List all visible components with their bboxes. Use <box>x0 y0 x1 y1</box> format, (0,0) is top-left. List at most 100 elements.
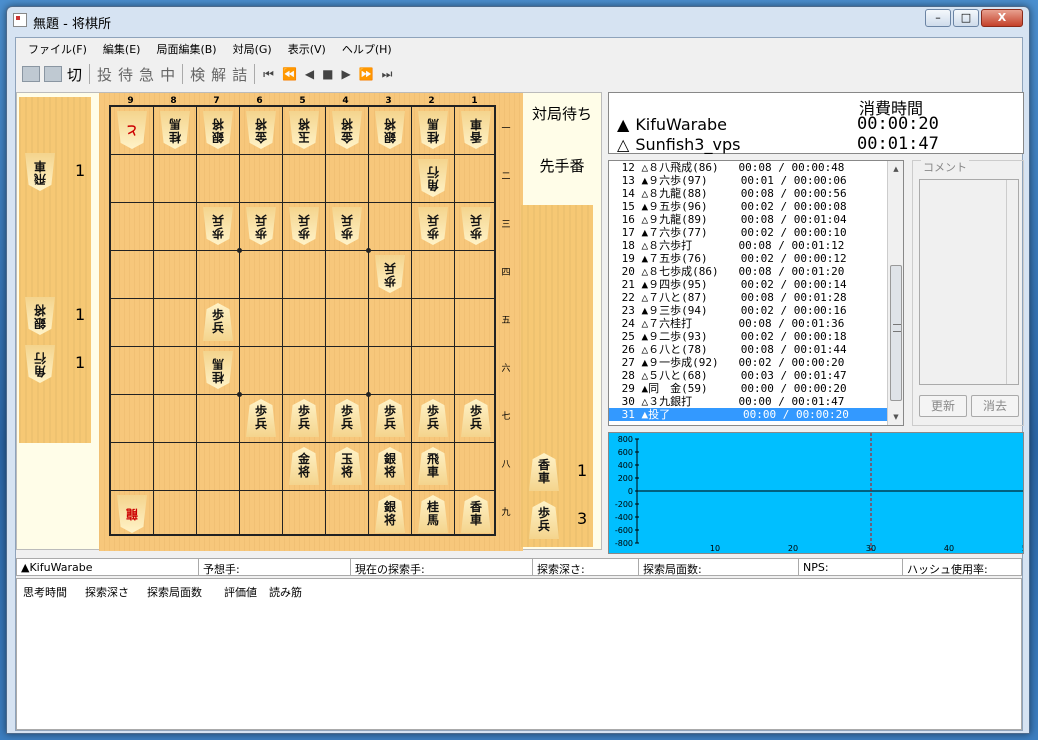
comment-clear-button[interactable]: 消去 <box>971 395 1019 417</box>
move-row[interactable]: 14 △８九龍(88) 00:08 / 00:00:56 <box>609 187 903 200</box>
move-row[interactable]: 31 ▲投了 00:00 / 00:00:20 <box>609 408 903 421</box>
move-row[interactable]: 19 ▲７五歩(76) 00:02 / 00:00:12 <box>609 252 903 265</box>
log-col-time[interactable]: 思考時間 <box>17 579 73 601</box>
save-icon[interactable] <box>44 66 62 82</box>
forward-icon[interactable]: ▶ <box>337 67 354 81</box>
open-icon[interactable] <box>22 66 40 82</box>
sente-piece[interactable]: 歩兵 <box>203 303 233 341</box>
engine-log[interactable]: 思考時間 探索深さ 探索局面数 評価値 読み筋 <box>16 578 1022 730</box>
toolbar-disconnect-button[interactable]: 切 <box>64 64 85 85</box>
log-col-eval[interactable]: 評価値 <box>218 579 263 601</box>
toolbar-mate-button[interactable]: 詰 <box>229 64 250 85</box>
sente-piece[interactable]: 歩兵 <box>461 399 491 437</box>
sente-piece[interactable]: 歩兵 <box>529 501 559 539</box>
gote-piece[interactable]: 金将 <box>332 111 362 149</box>
menu-edit[interactable]: 編集(E) <box>95 38 149 58</box>
menu-position-edit[interactable]: 局面編集(B) <box>148 38 224 58</box>
forward-ten-icon[interactable]: ⏩ <box>355 67 378 81</box>
back-ten-icon[interactable]: ⏪ <box>278 67 301 81</box>
log-col-pv[interactable]: 読み筋 <box>263 579 308 601</box>
title-bar[interactable]: 無題 - 将棋所 – □ X <box>7 7 1029 35</box>
gote-piece-stand[interactable]: 飛車 1 銀将 1 角行 1 <box>19 97 91 443</box>
menu-game[interactable]: 対局(G) <box>225 38 280 58</box>
sente-piece[interactable]: 銀将 <box>375 447 405 485</box>
move-row[interactable]: 20 △８七歩成(86) 00:08 / 00:01:20 <box>609 265 903 278</box>
board-grid[interactable]: と桂馬銀将金将玉将金将銀将桂馬香車角行歩兵歩兵歩兵歩兵歩兵歩兵歩兵歩兵桂馬歩兵歩… <box>109 105 496 536</box>
menu-view[interactable]: 表示(V) <box>280 38 334 58</box>
evaluation-graph[interactable]: 8006004002000-200-400-600-8001020304050 <box>608 432 1024 554</box>
scroll-down-icon[interactable]: ▼ <box>888 409 903 425</box>
gote-piece[interactable]: 角行 <box>418 159 448 197</box>
gote-piece[interactable]: 歩兵 <box>375 255 405 293</box>
toolbar-solve-button[interactable]: 解 <box>208 64 229 85</box>
gote-piece[interactable]: 歩兵 <box>203 207 233 245</box>
gote-piece[interactable]: 歩兵 <box>332 207 362 245</box>
move-row[interactable]: 15 ▲９五歩(96) 00:02 / 00:00:08 <box>609 200 903 213</box>
comment-update-button[interactable]: 更新 <box>919 395 967 417</box>
move-row[interactable]: 23 ▲９三歩(94) 00:02 / 00:00:16 <box>609 304 903 317</box>
first-move-icon[interactable]: ⏮ <box>259 67 278 82</box>
move-row[interactable]: 21 ▲９四歩(95) 00:02 / 00:00:14 <box>609 278 903 291</box>
move-row[interactable]: 22 △７八と(87) 00:08 / 00:01:28 <box>609 291 903 304</box>
gote-piece[interactable]: 銀将 <box>375 111 405 149</box>
log-col-depth[interactable]: 探索深さ <box>79 579 135 601</box>
gote-piece[interactable]: 歩兵 <box>289 207 319 245</box>
gote-piece[interactable]: 角行 <box>25 345 55 383</box>
sente-piece-stand[interactable]: 香車 1 歩兵 3 <box>521 205 593 547</box>
move-row[interactable]: 29 ▲同 金(59) 00:00 / 00:00:20 <box>609 382 903 395</box>
menu-help[interactable]: ヘルプ(H) <box>334 38 400 58</box>
gote-piece[interactable]: 龍 <box>117 495 147 533</box>
gote-piece[interactable]: 桂馬 <box>418 111 448 149</box>
gote-piece[interactable]: 歩兵 <box>418 207 448 245</box>
sente-piece[interactable]: 飛車 <box>418 447 448 485</box>
sente-piece[interactable]: 金将 <box>289 447 319 485</box>
comment-textbox[interactable] <box>919 179 1019 385</box>
sente-piece[interactable]: 桂馬 <box>418 495 448 533</box>
move-row[interactable]: 13 ▲９六歩(97) 00:01 / 00:00:06 <box>609 174 903 187</box>
gote-piece[interactable]: 香車 <box>461 111 491 149</box>
gote-piece[interactable]: 玉将 <box>289 111 319 149</box>
menu-file[interactable]: ファイル(F) <box>20 38 95 58</box>
app-icon[interactable] <box>13 13 27 27</box>
sente-piece[interactable]: 銀将 <box>375 495 405 533</box>
sente-piece[interactable]: 歩兵 <box>332 399 362 437</box>
back-icon[interactable]: ◀ <box>301 67 318 81</box>
gote-piece[interactable]: 銀将 <box>203 111 233 149</box>
scroll-thumb[interactable] <box>890 265 902 401</box>
log-col-nodes[interactable]: 探索局面数 <box>141 579 208 601</box>
minimize-button[interactable]: – <box>925 9 951 27</box>
move-row[interactable]: 17 ▲７六歩(77) 00:02 / 00:00:10 <box>609 226 903 239</box>
toolbar-hurry-button[interactable]: 急 <box>136 64 157 85</box>
move-row[interactable]: 25 ▲９二歩(93) 00:02 / 00:00:18 <box>609 330 903 343</box>
gote-piece[interactable]: と <box>117 111 147 149</box>
gote-piece[interactable]: 飛車 <box>25 153 55 191</box>
toolbar-resign-button[interactable]: 投 <box>94 64 115 85</box>
toolbar-undo-button[interactable]: 待 <box>115 64 136 85</box>
close-button[interactable]: X <box>981 9 1023 27</box>
move-row[interactable]: 24 △７六桂打 00:08 / 00:01:36 <box>609 317 903 330</box>
toolbar-stop-button[interactable]: 中 <box>157 64 178 85</box>
move-row[interactable]: 28 △５八と(68) 00:03 / 00:01:47 <box>609 369 903 382</box>
sente-piece[interactable]: 歩兵 <box>246 399 276 437</box>
gote-piece[interactable]: 桂馬 <box>203 351 233 389</box>
gote-piece[interactable]: 歩兵 <box>246 207 276 245</box>
sente-piece[interactable]: 歩兵 <box>289 399 319 437</box>
gote-piece[interactable]: 金将 <box>246 111 276 149</box>
maximize-button[interactable]: □ <box>953 9 979 27</box>
move-row[interactable]: 12 △８八飛成(86) 00:08 / 00:00:48 <box>609 161 903 174</box>
scroll-up-icon[interactable]: ▲ <box>888 161 903 177</box>
last-move-icon[interactable]: ⏭ <box>378 67 397 82</box>
sente-piece[interactable]: 歩兵 <box>375 399 405 437</box>
toolbar-analyze-button[interactable]: 検 <box>187 64 208 85</box>
stop-icon[interactable]: ■ <box>318 67 337 81</box>
move-row[interactable]: 18 △８六歩打 00:08 / 00:01:12 <box>609 239 903 252</box>
comment-scrollbar[interactable] <box>1006 180 1018 384</box>
move-row[interactable]: 26 △６八と(78) 00:08 / 00:01:44 <box>609 343 903 356</box>
move-row[interactable]: 16 △９九龍(89) 00:08 / 00:01:04 <box>609 213 903 226</box>
sente-piece[interactable]: 玉将 <box>332 447 362 485</box>
move-row[interactable]: 30 △３九銀打 00:00 / 00:01:47 <box>609 395 903 408</box>
move-list-scrollbar[interactable]: ▲ ▼ <box>887 161 903 425</box>
sente-piece[interactable]: 香車 <box>461 495 491 533</box>
move-row[interactable]: 27 ▲９一歩成(92) 00:02 / 00:00:20 <box>609 356 903 369</box>
gote-piece[interactable]: 歩兵 <box>461 207 491 245</box>
